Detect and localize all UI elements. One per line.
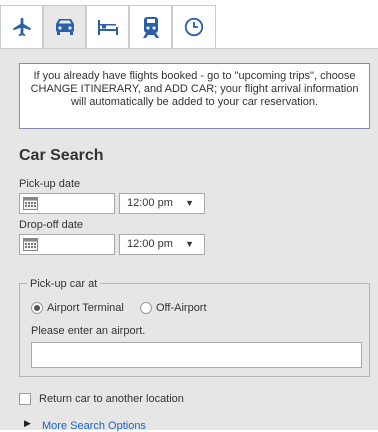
calendar-icon [23, 238, 38, 251]
expand-triangle-icon[interactable]: ▶ [24, 418, 31, 429]
pickup-location-legend: Pick-up car at [27, 278, 101, 290]
tab-flights[interactable] [0, 5, 43, 48]
tab-rail[interactable] [129, 5, 172, 48]
dropoff-time-value: 12:00 pm [127, 238, 173, 250]
dropoff-time-select[interactable]: 12:00 pm ▼ [119, 234, 205, 255]
info-message: If you already have flights booked - go … [19, 63, 370, 129]
airport-input[interactable] [31, 342, 362, 368]
calendar-icon [23, 197, 38, 210]
airport-terminal-label[interactable]: Airport Terminal [47, 302, 124, 314]
tab-history[interactable] [172, 5, 216, 48]
car-icon [55, 19, 74, 35]
airplane-icon [12, 17, 31, 37]
pickup-time-value: 12:00 pm [127, 197, 173, 209]
tab-cars[interactable] [43, 5, 86, 48]
dropdown-arrow-icon: ▼ [185, 198, 194, 208]
return-other-location-checkbox[interactable] [19, 393, 31, 405]
tab-hotels[interactable] [86, 5, 129, 48]
pickup-date-label: Pick-up date [19, 178, 81, 190]
dropdown-arrow-icon: ▼ [185, 239, 194, 249]
dropoff-date-input[interactable] [19, 234, 115, 255]
airport-prompt: Please enter an airport. [31, 325, 146, 337]
pickup-time-select[interactable]: 12:00 pm ▼ [119, 193, 205, 214]
dropoff-date-label: Drop-off date [19, 219, 84, 231]
bed-icon [97, 20, 118, 35]
car-search-panel: If you already have flights booked - go … [0, 48, 378, 432]
page-title: Car Search [19, 147, 104, 164]
train-icon [142, 17, 159, 38]
clock-icon [184, 17, 204, 37]
off-airport-radio[interactable] [140, 302, 152, 314]
pickup-date-input[interactable] [19, 193, 115, 214]
return-other-location-label[interactable]: Return car to another location [39, 393, 184, 405]
more-search-options-link[interactable]: More Search Options [42, 420, 146, 432]
travel-type-tabs [0, 0, 378, 48]
airport-terminal-radio[interactable] [31, 302, 43, 314]
off-airport-label[interactable]: Off-Airport [156, 302, 207, 314]
